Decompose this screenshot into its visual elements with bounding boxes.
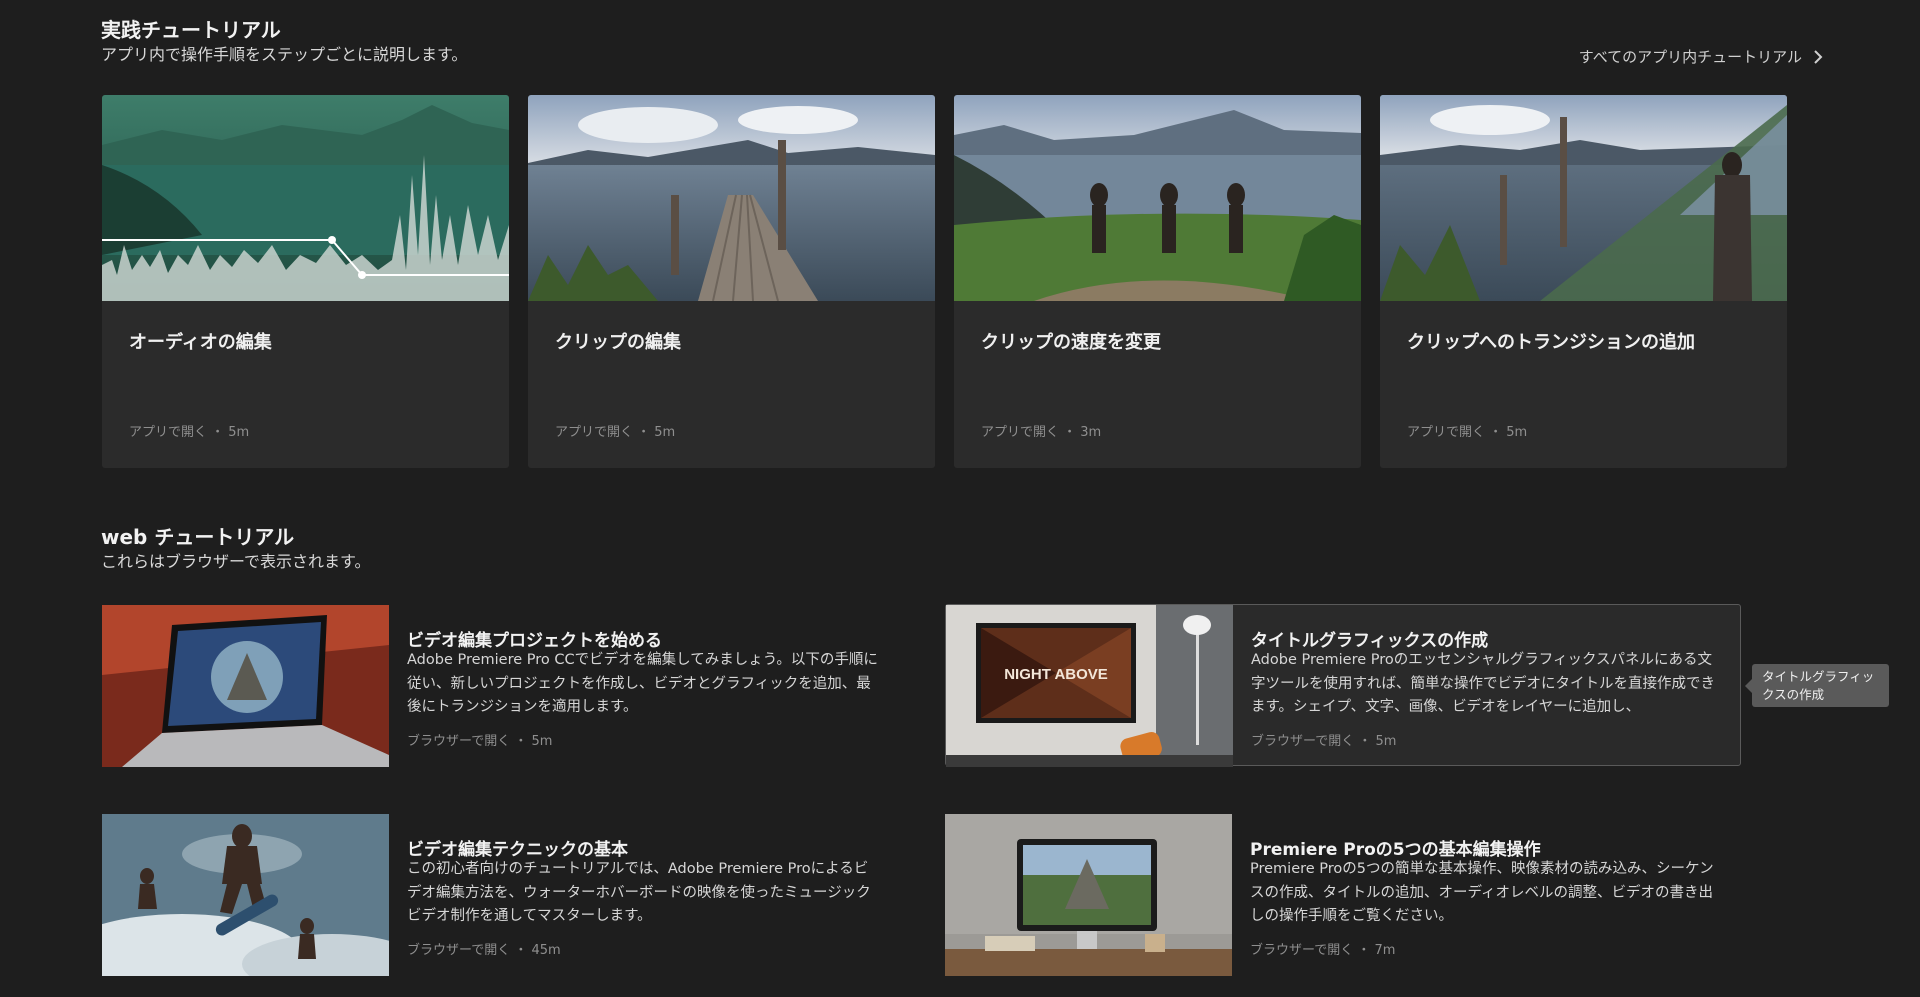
web-tutorial-meta: ブラウザーで開く ・ 7m: [1250, 943, 1396, 958]
card-title: クリップの速度を変更: [981, 332, 1161, 353]
transition-thumbnail: [1380, 95, 1787, 301]
web-tutorial-five-basics[interactable]: Premiere Proの5つの基本編集操作 Premiere Proの5つの簡…: [945, 814, 1741, 976]
card-title: オーディオの編集: [129, 332, 272, 353]
web-tutorial-description: この初心者向けのチュートリアルでは、Adobe Premiere Proによるビ…: [407, 861, 871, 924]
walking-girls-thumbnail: [954, 95, 1361, 301]
tv-wall-thumbnail: NIGHT ABOVE: [946, 605, 1233, 767]
card-meta: アプリで開く ・ 5m: [555, 425, 676, 440]
title-graphics-tooltip: タイトルグラフィックスの作成: [1745, 664, 1889, 707]
web-tutorial-description: Adobe Premiere Proのエッセンシャルグラフィックスパネルにある文…: [1251, 652, 1715, 715]
imac-desk-thumbnail: [945, 814, 1232, 976]
web-tutorial-title: タイトルグラフィックスの作成: [1251, 631, 1489, 651]
chevron-right-icon: [1814, 49, 1823, 64]
hands-on-title: 実践チュートリアル: [101, 18, 281, 42]
tutorial-card-clip-speed[interactable]: クリップの速度を変更 アプリで開く ・ 3m: [954, 95, 1361, 468]
web-tutorial-meta: ブラウザーで開く ・ 5m: [407, 734, 553, 749]
web-tutorial-editing-basics[interactable]: ビデオ編集テクニックの基本 この初心者向けのチュートリアルでは、Adobe Pr…: [102, 814, 898, 976]
tutorial-card-transition[interactable]: クリップへのトランジションの追加 アプリで開く ・ 5m: [1380, 95, 1787, 468]
tutorial-card-clip-edit[interactable]: クリップの編集 アプリで開く ・ 5m: [528, 95, 935, 468]
laptop-thumbnail: [102, 605, 389, 767]
all-in-app-tutorials-link[interactable]: すべてのアプリ内チュートリアル: [1579, 46, 1824, 67]
web-tutorial-title: Premiere Proの5つの基本編集操作: [1250, 840, 1541, 860]
web-tutorial-start-project[interactable]: ビデオ編集プロジェクトを始める Adobe Premiere Pro CCでビデ…: [102, 605, 898, 767]
hoverboard-thumbnail: [102, 814, 389, 976]
card-title: クリップの編集: [555, 332, 681, 353]
web-tutorial-meta: ブラウザーで開く ・ 45m: [407, 943, 561, 958]
web-tutorial-description: Premiere Proの5つの簡単な基本操作、映像素材の読み込み、シーケンスの…: [1250, 861, 1714, 924]
web-tutorial-title: ビデオ編集テクニックの基本: [407, 840, 628, 860]
card-meta: アプリで開く ・ 3m: [981, 425, 1102, 440]
web-tutorial-meta: ブラウザーで開く ・ 5m: [1251, 734, 1397, 749]
tutorial-card-audio[interactable]: オーディオの編集 アプリで開く ・ 5m: [102, 95, 509, 468]
web-tutorial-title-graphics[interactable]: NIGHT ABOVE タイトルグラフィックスの作成 Adobe Premier…: [945, 604, 1741, 767]
audio-edit-thumbnail: [102, 95, 509, 301]
night-above-text: NIGHT ABOVE: [1004, 666, 1108, 683]
web-title: web チュートリアル: [101, 525, 295, 549]
hands-on-subtitle: アプリ内で操作手順をステップごとに説明します。: [101, 45, 468, 64]
all-in-app-tutorials-label: すべてのアプリ内チュートリアル: [1578, 48, 1802, 66]
card-title: クリップへのトランジションの追加: [1407, 332, 1695, 353]
web-subtitle: これらはブラウザーで表示されます。: [101, 552, 371, 571]
card-meta: アプリで開く ・ 5m: [129, 425, 250, 440]
pier-thumbnail: [528, 95, 935, 301]
web-tutorial-description: Adobe Premiere Pro CCでビデオを編集してみましょう。以下の手…: [407, 652, 878, 715]
card-meta: アプリで開く ・ 5m: [1407, 425, 1528, 440]
web-tutorial-title: ビデオ編集プロジェクトを始める: [407, 631, 662, 651]
